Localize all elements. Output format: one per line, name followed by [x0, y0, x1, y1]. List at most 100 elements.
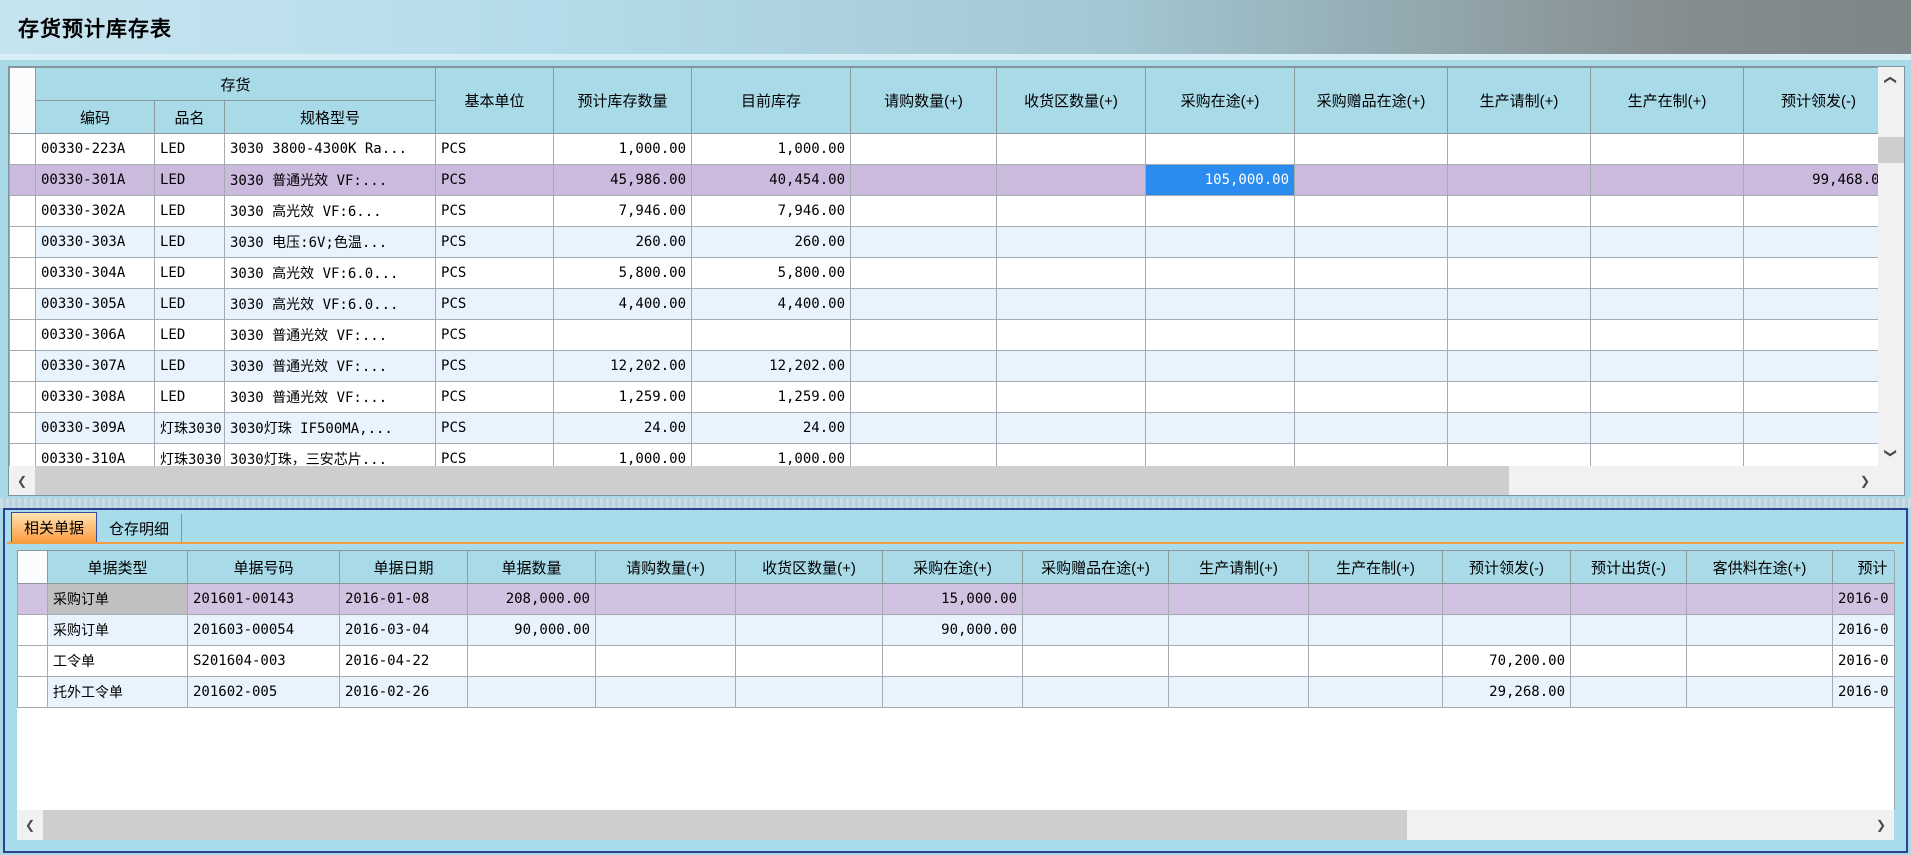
- inventory-row[interactable]: 00330-310A灯珠30303030灯珠，三安芯片...PCS1,000.0…: [10, 444, 1879, 467]
- grid-cell[interactable]: 3030 高光效 VF:6...: [225, 196, 436, 227]
- scroll-up-icon[interactable]: ❮: [1878, 67, 1904, 93]
- grid-cell[interactable]: 12,202.00: [692, 351, 851, 382]
- grid-cell[interactable]: [997, 134, 1146, 165]
- grid-cell[interactable]: [1744, 258, 1878, 289]
- grid-cell[interactable]: [1295, 227, 1448, 258]
- grid-cell[interactable]: [1169, 677, 1309, 708]
- grid-cell[interactable]: [692, 320, 851, 351]
- grid-cell[interactable]: [1744, 134, 1878, 165]
- tab-warehouse-details[interactable]: 仓存明细: [97, 514, 182, 542]
- grid-cell[interactable]: PCS: [436, 289, 554, 320]
- grid-cell[interactable]: [1295, 289, 1448, 320]
- grid-cell[interactable]: [1023, 646, 1169, 677]
- grid-cell[interactable]: 00330-305A: [36, 289, 155, 320]
- grid-cell[interactable]: 24.00: [554, 413, 692, 444]
- grid-cell[interactable]: [1571, 615, 1687, 646]
- grid-cell[interactable]: [1146, 196, 1295, 227]
- grid-cell[interactable]: [1591, 351, 1744, 382]
- grid-cell[interactable]: 00330-308A: [36, 382, 155, 413]
- grid-cell[interactable]: 3030 普通光效 VF:...: [225, 382, 436, 413]
- grid-cell[interactable]: [1687, 677, 1833, 708]
- inventory-row[interactable]: 00330-308ALED3030 普通光效 VF:...PCS1,259.00…: [10, 382, 1879, 413]
- row-indicator[interactable]: [10, 258, 36, 289]
- grid-cell[interactable]: [997, 413, 1146, 444]
- inventory-row[interactable]: 00330-305ALED3030 高光效 VF:6.0...PCS4,400.…: [10, 289, 1879, 320]
- grid-cell[interactable]: 260.00: [554, 227, 692, 258]
- grid-cell[interactable]: [1591, 258, 1744, 289]
- grid-cell[interactable]: [1591, 320, 1744, 351]
- grid-cell[interactable]: [1146, 258, 1295, 289]
- grid-cell[interactable]: 15,000.00: [883, 584, 1023, 615]
- row-indicator[interactable]: [18, 584, 48, 615]
- row-indicator[interactable]: [10, 134, 36, 165]
- grid-cell[interactable]: [851, 196, 997, 227]
- row-indicator[interactable]: [10, 351, 36, 382]
- row-indicator[interactable]: [10, 413, 36, 444]
- grid-cell[interactable]: [851, 227, 997, 258]
- grid-cell[interactable]: [1309, 615, 1443, 646]
- grid-cell[interactable]: [1023, 677, 1169, 708]
- grid-cell[interactable]: [851, 413, 997, 444]
- grid-cell[interactable]: [468, 677, 596, 708]
- grid-cell[interactable]: [1443, 615, 1571, 646]
- panel-splitter[interactable]: [0, 498, 1911, 508]
- scrollbar-thumb[interactable]: [1878, 137, 1904, 163]
- grid-cell[interactable]: [1146, 134, 1295, 165]
- grid-cell[interactable]: [997, 444, 1146, 467]
- grid-cell[interactable]: 采购订单: [48, 615, 188, 646]
- grid-cell[interactable]: [1295, 444, 1448, 467]
- grid-cell[interactable]: PCS: [436, 227, 554, 258]
- grid-cell[interactable]: [1744, 227, 1878, 258]
- grid-cell[interactable]: [1448, 258, 1591, 289]
- grid-cell[interactable]: [1591, 227, 1744, 258]
- grid-cell[interactable]: 24.00: [692, 413, 851, 444]
- grid-cell[interactable]: [851, 351, 997, 382]
- inventory-row[interactable]: 00330-303ALED3030 电压:6V;色温...PCS260.0026…: [10, 227, 1879, 258]
- inventory-row[interactable]: 00330-304ALED3030 高光效 VF:6.0...PCS5,800.…: [10, 258, 1879, 289]
- grid-cell[interactable]: 260.00: [692, 227, 851, 258]
- grid-cell[interactable]: [1309, 584, 1443, 615]
- scroll-down-icon[interactable]: ❯: [1878, 440, 1904, 466]
- grid-cell[interactable]: [596, 615, 736, 646]
- grid-cell[interactable]: 00330-309A: [36, 413, 155, 444]
- grid-cell[interactable]: 70,200.00: [1443, 646, 1571, 677]
- grid-cell[interactable]: 2016-0: [1833, 646, 1896, 677]
- inventory-row[interactable]: 00330-302ALED3030 高光效 VF:6...PCS7,946.00…: [10, 196, 1879, 227]
- grid-cell[interactable]: [1591, 413, 1744, 444]
- grid-cell[interactable]: LED: [155, 165, 225, 196]
- grid-cell[interactable]: 3030 3800-4300K Ra...: [225, 134, 436, 165]
- grid-cell[interactable]: [1591, 382, 1744, 413]
- grid-cell[interactable]: [1448, 227, 1591, 258]
- grid-cell[interactable]: [1591, 289, 1744, 320]
- grid-cell[interactable]: [883, 677, 1023, 708]
- row-indicator[interactable]: [18, 677, 48, 708]
- grid-cell[interactable]: PCS: [436, 413, 554, 444]
- grid-cell[interactable]: 00330-301A: [36, 165, 155, 196]
- row-indicator[interactable]: [10, 320, 36, 351]
- grid-cell[interactable]: [997, 351, 1146, 382]
- grid-cell[interactable]: 5,800.00: [554, 258, 692, 289]
- grid-cell[interactable]: 2016-02-26: [340, 677, 468, 708]
- grid-cell[interactable]: 201601-00143: [188, 584, 340, 615]
- grid-cell[interactable]: [1448, 134, 1591, 165]
- row-indicator[interactable]: [10, 289, 36, 320]
- grid-cell[interactable]: [736, 677, 883, 708]
- grid-cell[interactable]: [1591, 444, 1744, 467]
- grid-cell[interactable]: 2016-04-22: [340, 646, 468, 677]
- grid-cell[interactable]: 99,468.00: [1744, 165, 1878, 196]
- grid-cell[interactable]: [1023, 584, 1169, 615]
- grid-cell[interactable]: [1146, 413, 1295, 444]
- grid-cell[interactable]: LED: [155, 289, 225, 320]
- grid-cell[interactable]: [851, 289, 997, 320]
- grid-cell[interactable]: [851, 320, 997, 351]
- grid-cell[interactable]: [596, 677, 736, 708]
- grid-cell[interactable]: [1591, 196, 1744, 227]
- grid-cell[interactable]: 灯珠3030: [155, 413, 225, 444]
- grid-cell[interactable]: [997, 382, 1146, 413]
- scroll-left-icon[interactable]: ❮: [9, 466, 35, 495]
- grid-cell[interactable]: [997, 320, 1146, 351]
- grid-cell[interactable]: [1744, 289, 1878, 320]
- grid-cell[interactable]: 工令单: [48, 646, 188, 677]
- grid-cell[interactable]: [596, 584, 736, 615]
- grid-cell[interactable]: 29,268.00: [1443, 677, 1571, 708]
